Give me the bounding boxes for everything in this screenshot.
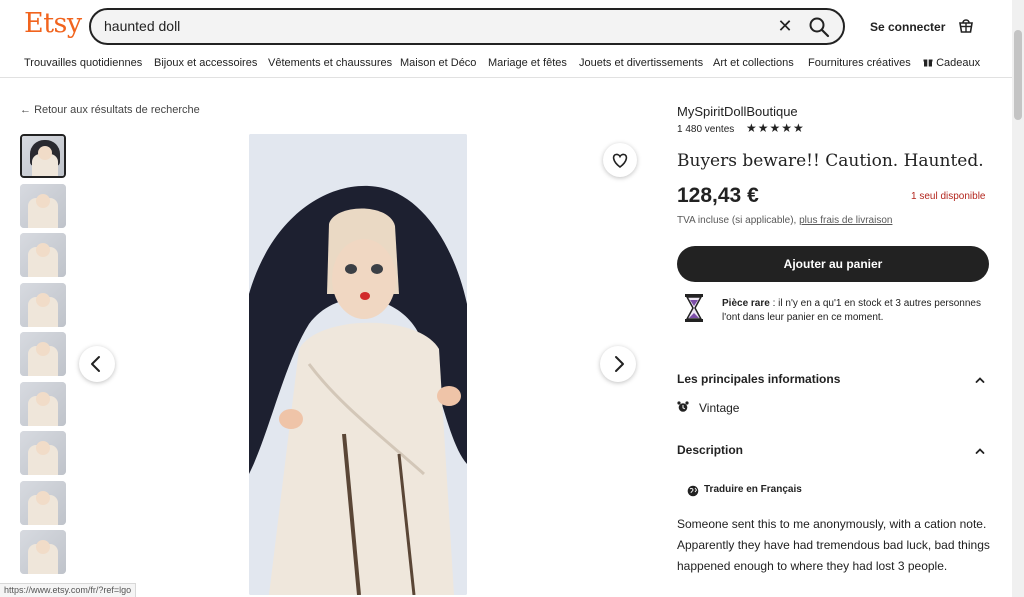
thumbnail[interactable] (20, 530, 66, 574)
thumbnail[interactable] (20, 183, 66, 228)
nav-item-fournitures[interactable]: Fournitures créatives (808, 57, 911, 69)
sales-count: 1 480 ventes (677, 124, 735, 135)
rating-stars[interactable]: ★★★★★ (746, 121, 805, 135)
arrow-left-icon: ← (20, 104, 31, 116)
category-nav: Trouvailles quotidiennes Bijoux et acces… (0, 52, 1012, 78)
chevron-right-icon (615, 356, 624, 372)
search-icon[interactable] (807, 15, 831, 39)
globe-icon (687, 485, 699, 497)
rare-item-title: Pièce rare (722, 298, 770, 309)
thumbnail[interactable] (20, 431, 66, 475)
nav-item-maison[interactable]: Maison et Déco (400, 57, 476, 69)
nav-item-bijoux[interactable]: Bijoux et accessoires (154, 57, 257, 69)
back-link-label: Retour aux résultats de recherche (34, 104, 200, 116)
nav-item-jouets[interactable]: Jouets et divertissements (579, 57, 703, 69)
nav-item-trouvailles[interactable]: Trouvailles quotidiennes (24, 57, 142, 69)
header: Etsy haunted doll ✕ Se connecter (0, 0, 1012, 52)
shipping-link[interactable]: plus frais de livraison (799, 215, 892, 226)
nav-item-mariage[interactable]: Mariage et fêtes (488, 57, 567, 69)
vintage-label: Vintage (699, 401, 740, 415)
translate-button[interactable]: Traduire en Français (704, 484, 802, 495)
back-to-results-link[interactable]: ← Retour aux résultats de recherche (20, 104, 200, 116)
etsy-logo[interactable]: Etsy (24, 8, 82, 39)
cart-icon[interactable] (956, 15, 976, 35)
alarm-clock-icon (677, 401, 689, 412)
thumbnail[interactable] (20, 480, 66, 525)
thumbnail[interactable] (20, 332, 66, 376)
tax-text: TVA incluse (si applicable), (677, 215, 797, 226)
product-price: 128,43 € (677, 184, 759, 207)
doll-photo (249, 134, 467, 595)
status-url: https://www.etsy.com/fr/?ref=lgo (0, 583, 137, 597)
chevron-up-icon[interactable] (974, 445, 986, 457)
favorite-button[interactable] (603, 143, 637, 177)
thumbnail[interactable] (20, 282, 66, 327)
tax-note: TVA incluse (si applicable), plus frais … (677, 215, 892, 226)
nav-item-art[interactable]: Art et collections (713, 57, 794, 69)
rare-item-notice: Pièce rare : il n'y en a qu'1 en stock e… (722, 297, 992, 325)
search-input[interactable]: haunted doll (104, 18, 180, 34)
stock-note: 1 seul disponible (911, 191, 986, 202)
search-bar[interactable]: haunted doll ✕ (89, 8, 845, 45)
clear-search-icon[interactable]: ✕ (775, 16, 795, 36)
nav-item-cadeaux[interactable]: Cadeaux (923, 57, 980, 69)
prev-image-button[interactable] (79, 346, 115, 382)
description-heading[interactable]: Description (677, 443, 743, 457)
add-to-cart-button[interactable]: Ajouter au panier (677, 246, 989, 282)
scrollbar[interactable] (1012, 0, 1024, 597)
product-main-image[interactable] (249, 134, 467, 595)
next-image-button[interactable] (600, 346, 636, 382)
chevron-up-icon[interactable] (974, 374, 986, 386)
description-text: Someone sent this to me anonymously, wit… (677, 517, 990, 573)
signin-link[interactable]: Se connecter (870, 20, 945, 34)
thumbnail[interactable] (20, 134, 66, 178)
nav-item-vetements[interactable]: Vêtements et chaussures (268, 57, 392, 69)
thumbnail[interactable] (20, 233, 66, 277)
shop-name-link[interactable]: MySpiritDollBoutique (677, 104, 798, 119)
thumbnail-list (20, 134, 66, 580)
hourglass-icon (685, 294, 703, 322)
product-title: Buyers beware!! Caution. Haunted. (677, 151, 984, 171)
gift-icon (923, 59, 933, 67)
heart-icon (612, 153, 628, 169)
chevron-left-icon (91, 356, 100, 372)
nav-item-cadeaux-label: Cadeaux (936, 57, 981, 69)
scroll-thumb[interactable] (1014, 30, 1022, 120)
thumbnail[interactable] (20, 381, 66, 426)
highlights-heading[interactable]: Les principales informations (677, 372, 840, 386)
